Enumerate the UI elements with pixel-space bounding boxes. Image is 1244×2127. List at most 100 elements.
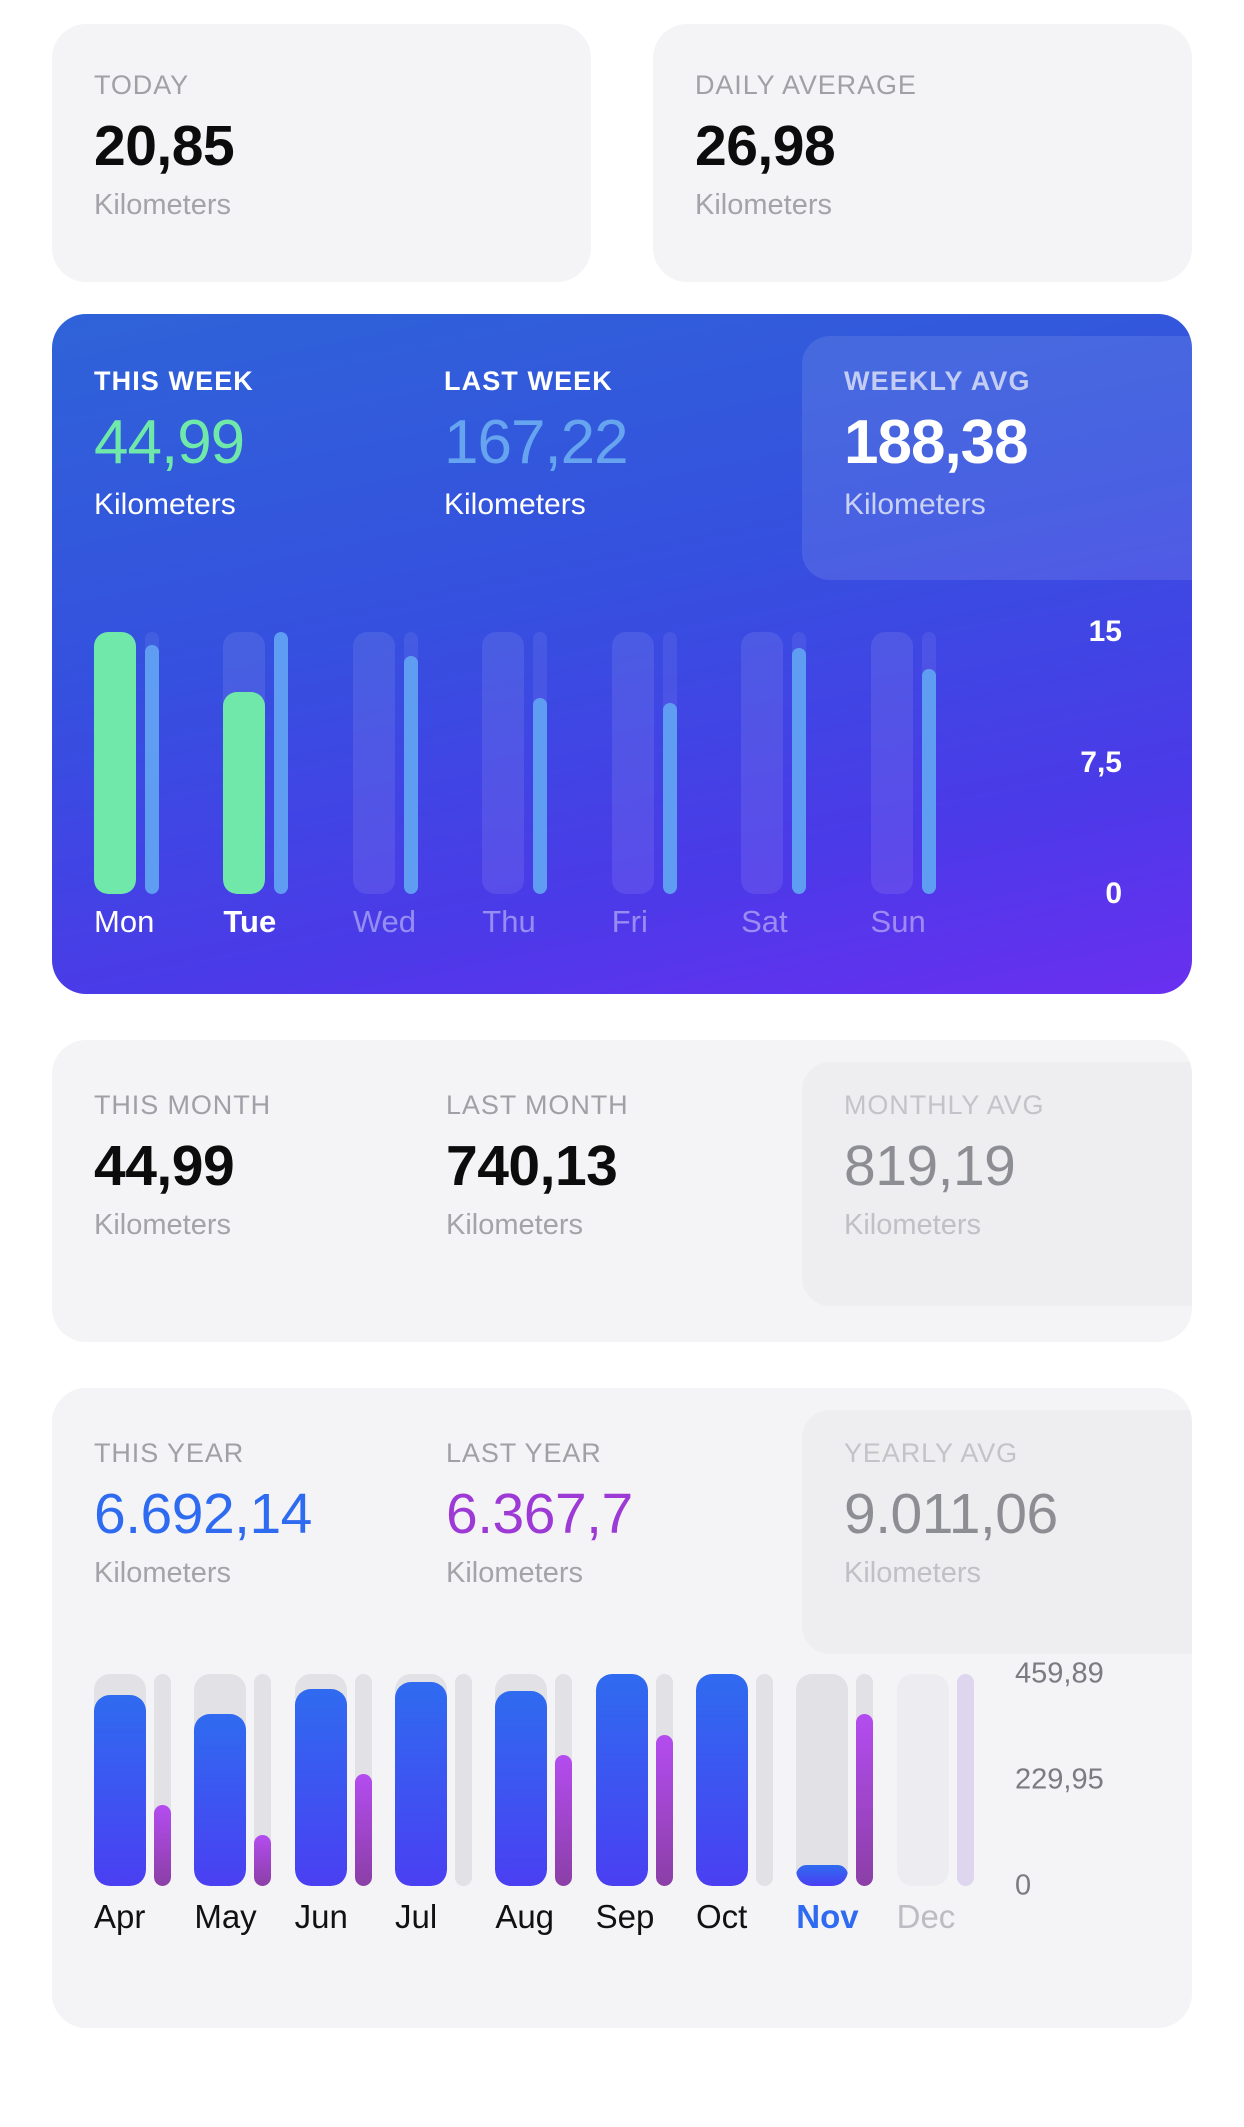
- yearly-bar-track: [394, 1674, 447, 1886]
- last-week-stat[interactable]: LAST WEEK 167,22 Kilometers: [444, 366, 794, 522]
- yearly-bar-this-year: [394, 1682, 447, 1886]
- weekly-avg-label: WEEKLY AVG: [844, 366, 1031, 396]
- this-week-stat[interactable]: THIS WEEK 44,99 Kilometers: [94, 366, 444, 522]
- yearly-month-label-aug[interactable]: Aug: [495, 1898, 595, 1936]
- yearly-thin-track: [655, 1674, 673, 1886]
- yearly-month-label-apr[interactable]: Apr: [94, 1898, 194, 1936]
- weekly-bar-last-week: [533, 697, 548, 894]
- weekly-bar-track: [223, 632, 266, 894]
- weekly-thin-track: [533, 632, 548, 894]
- weekly-bar-chart: Mon Tue Wed Thu Fri Sat Sun 15 7,5 0: [94, 615, 1150, 994]
- yearly-month-label-oct[interactable]: Oct: [696, 1898, 796, 1936]
- yearly-month-label-jul[interactable]: Jul: [395, 1898, 495, 1936]
- yearly-y-tick: 229,95: [1015, 1763, 1104, 1796]
- yearly-bar-last-year: [555, 1754, 573, 1886]
- monthly-avg-label: MONTHLY AVG: [844, 1090, 1045, 1120]
- yearly-thin-track: [154, 1674, 171, 1886]
- weekly-bar-track: [611, 632, 654, 894]
- today-unit: Kilometers: [94, 189, 231, 221]
- weekly-bar-last-week: [792, 647, 807, 894]
- daily-average-card[interactable]: DAILY AVERAGE 26,98 Kilometers: [653, 24, 1192, 282]
- yearly-bar-last-year: [154, 1805, 171, 1886]
- weekly-bar-track: [870, 632, 913, 894]
- monthly-avg-stat[interactable]: MONTHLY AVG 819,19 Kilometers: [802, 1062, 1192, 1306]
- yearly-thin-track: [956, 1674, 974, 1886]
- monthly-stats-row: THIS MONTH 44,99 Kilometers LAST MONTH 7…: [52, 1040, 1192, 1242]
- this-week-unit: Kilometers: [94, 488, 236, 521]
- weekly-bar-last-week: [274, 632, 289, 894]
- yearly-chart-y-axis: 459,89 229,95 0: [997, 1658, 1162, 1902]
- yearly-bar-this-year: [595, 1674, 648, 1886]
- yearly-y-tick: 459,89: [1015, 1657, 1104, 1690]
- yearly-month-label-jun[interactable]: Jun: [295, 1898, 395, 1936]
- weekly-day-label-sun[interactable]: Sun: [871, 904, 1000, 940]
- yearly-card[interactable]: THIS YEAR 6.692,14 Kilometers LAST YEAR …: [52, 1388, 1192, 2028]
- this-week-label: THIS WEEK: [94, 366, 254, 396]
- weekly-thin-track: [792, 632, 807, 894]
- weekly-bar-group[interactable]: [611, 632, 741, 894]
- weekly-chart-day-labels: Mon Tue Wed Thu Fri Sat Sun: [94, 904, 1000, 940]
- yearly-month-label-sep[interactable]: Sep: [596, 1898, 696, 1936]
- yearly-bar-group[interactable]: [294, 1674, 395, 1886]
- weekly-day-label-thu[interactable]: Thu: [482, 904, 611, 940]
- yearly-bar-group[interactable]: [194, 1674, 294, 1886]
- this-year-unit: Kilometers: [94, 1557, 231, 1589]
- last-year-unit: Kilometers: [446, 1557, 583, 1589]
- yearly-avg-stat[interactable]: YEARLY AVG 9.011,06 Kilometers: [802, 1410, 1192, 1654]
- yearly-month-label-may[interactable]: May: [194, 1898, 294, 1936]
- weekly-y-tick: 7,5: [1080, 746, 1122, 779]
- last-month-unit: Kilometers: [446, 1209, 583, 1241]
- yearly-bar-group[interactable]: [94, 1674, 194, 1886]
- last-month-value: 740,13: [446, 1134, 618, 1198]
- weekly-card[interactable]: THIS WEEK 44,99 Kilometers LAST WEEK 167…: [52, 314, 1192, 994]
- today-card[interactable]: TODAY 20,85 Kilometers: [52, 24, 591, 282]
- last-year-stat[interactable]: LAST YEAR 6.367,7 Kilometers: [446, 1438, 798, 1590]
- yearly-chart-plot: [94, 1674, 997, 1886]
- weekly-day-label-mon[interactable]: Mon: [94, 904, 223, 940]
- last-week-label: LAST WEEK: [444, 366, 613, 396]
- weekly-bar-group[interactable]: [223, 632, 352, 894]
- yearly-thin-track: [354, 1674, 372, 1886]
- this-year-stat[interactable]: THIS YEAR 6.692,14 Kilometers: [94, 1438, 446, 1590]
- last-month-stat[interactable]: LAST MONTH 740,13 Kilometers: [446, 1090, 798, 1242]
- yearly-avg-unit: Kilometers: [844, 1557, 981, 1589]
- yearly-bar-track: [896, 1674, 949, 1886]
- weekly-y-tick: 0: [1105, 877, 1122, 910]
- yearly-month-label-nov[interactable]: Nov: [796, 1898, 896, 1936]
- yearly-bar-group[interactable]: [495, 1674, 595, 1886]
- yearly-month-label-dec[interactable]: Dec: [897, 1898, 997, 1936]
- weekly-bar-group[interactable]: [741, 632, 870, 894]
- weekly-thin-track: [662, 632, 677, 894]
- weekly-bar-group[interactable]: [352, 632, 482, 894]
- monthly-card[interactable]: THIS MONTH 44,99 Kilometers LAST MONTH 7…: [52, 1040, 1192, 1342]
- yearly-bar-this-year: [695, 1674, 748, 1886]
- yearly-bar-this-year: [194, 1714, 247, 1886]
- weekly-day-label-sat[interactable]: Sat: [741, 904, 870, 940]
- yearly-bar-track: [294, 1674, 347, 1886]
- yearly-bar-group[interactable]: [896, 1674, 997, 1886]
- yearly-bar-group[interactable]: [695, 1674, 796, 1886]
- yearly-bar-this-year: [495, 1690, 548, 1886]
- weekly-day-label-wed[interactable]: Wed: [353, 904, 482, 940]
- weekly-bar-last-week: [145, 645, 159, 894]
- yearly-bar-this-year: [294, 1688, 347, 1886]
- weekly-avg-stat[interactable]: WEEKLY AVG 188,38 Kilometers: [802, 336, 1192, 580]
- yearly-bar-chart: Apr May Jun Jul Aug Sep Oct Nov Dec 459,89 229,95…: [94, 1658, 1162, 2028]
- weekly-day-label-tue[interactable]: Tue: [223, 904, 352, 940]
- last-year-value: 6.367,7: [446, 1482, 633, 1546]
- yearly-bar-group[interactable]: [394, 1674, 495, 1886]
- weekly-bar-group[interactable]: [94, 632, 223, 894]
- yearly-y-tick: 0: [1015, 1869, 1032, 1902]
- weekly-bar-track: [352, 632, 395, 894]
- weekly-bar-last-week: [662, 702, 677, 894]
- yearly-bar-group[interactable]: [595, 1674, 696, 1886]
- this-month-stat[interactable]: THIS MONTH 44,99 Kilometers: [94, 1090, 446, 1242]
- yearly-bar-group[interactable]: [796, 1674, 896, 1886]
- weekly-day-label-fri[interactable]: Fri: [612, 904, 741, 940]
- weekly-bar-group[interactable]: [482, 632, 611, 894]
- weekly-bar-group[interactable]: [870, 632, 1000, 894]
- yearly-bar-last-year: [254, 1835, 272, 1886]
- weekly-bar-track: [94, 632, 136, 894]
- weekly-y-tick: 15: [1088, 615, 1122, 648]
- daily-average-unit: Kilometers: [695, 189, 832, 221]
